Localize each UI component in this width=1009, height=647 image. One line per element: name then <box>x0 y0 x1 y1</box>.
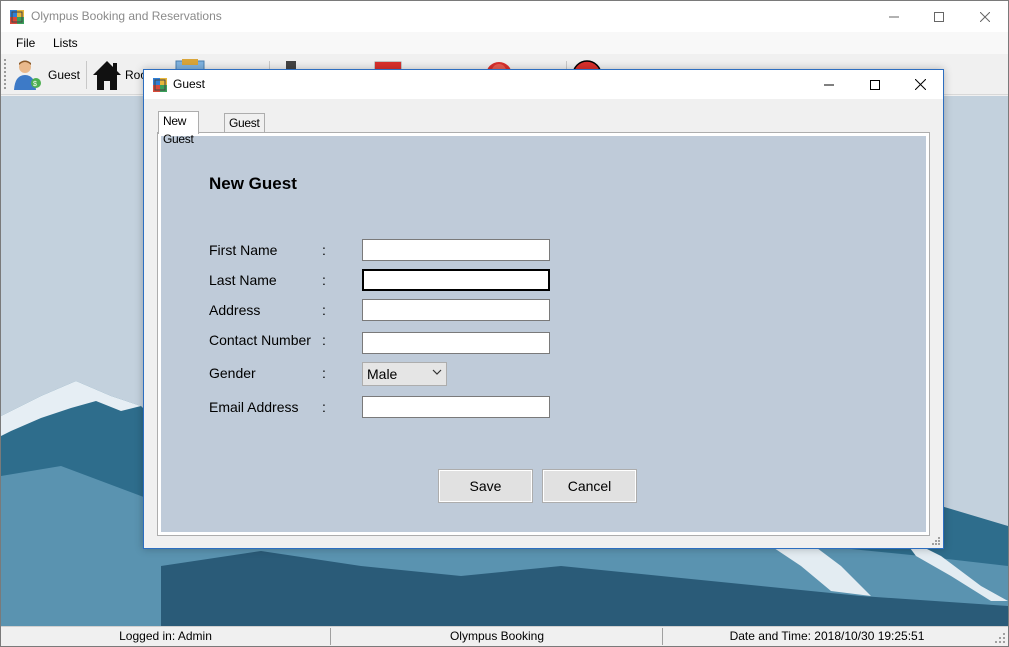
guest-icon: $ <box>14 60 41 90</box>
app-icon <box>153 78 167 92</box>
first-name-input[interactable] <box>362 239 550 261</box>
status-datetime: Date and Time: 2018/10/30 19:25:51 <box>729 629 925 643</box>
first-name-label: First Name <box>209 242 278 258</box>
window-title: Olympus Booking and Reservations <box>31 9 222 23</box>
form-heading: New Guest <box>209 174 297 193</box>
new-guest-form: New Guest First Name : Last Name : Addre… <box>161 136 926 532</box>
main-titlebar[interactable]: Olympus Booking and Reservations <box>1 1 1008 32</box>
toolbar-guest-label: Guest <box>48 68 81 82</box>
toolbar-grip[interactable] <box>4 59 6 89</box>
toolbar-rooms-button[interactable]: Roo <box>91 57 147 93</box>
last-name-input[interactable] <box>362 269 550 291</box>
save-button[interactable]: Save <box>438 469 533 503</box>
tab-panel: New Guest First Name : Last Name : Addre… <box>157 132 930 536</box>
colon-separator: : <box>322 365 326 381</box>
maximize-button[interactable] <box>916 1 962 32</box>
menu-lists[interactable]: Lists <box>53 36 78 50</box>
guest-dialog: Guest New Guest Guest List New Guest Fir… <box>143 69 944 549</box>
status-app-name: Olympus Booking <box>332 628 663 645</box>
last-name-label: Last Name <box>209 272 277 288</box>
gender-selected-value: Male <box>367 366 398 382</box>
guest-dialog-titlebar[interactable]: Guest <box>144 70 943 99</box>
svg-text:$: $ <box>33 81 37 88</box>
address-input[interactable] <box>362 299 550 321</box>
contact-number-label: Contact Number <box>209 332 311 348</box>
close-button[interactable] <box>962 1 1008 32</box>
tab-new-guest[interactable]: New Guest <box>158 111 199 146</box>
dialog-maximize-button[interactable] <box>852 70 898 99</box>
resize-grip-icon[interactable] <box>931 536 941 546</box>
colon-separator: : <box>322 302 326 318</box>
close-icon <box>980 11 990 22</box>
minimize-icon <box>824 84 834 85</box>
menu-file[interactable]: File <box>16 36 35 50</box>
colon-separator: : <box>322 332 326 348</box>
gender-label: Gender <box>209 365 256 381</box>
close-icon <box>914 79 926 90</box>
toolbar-guest-button[interactable]: $ Guest <box>10 57 80 93</box>
menubar: File Lists <box>1 32 1008 54</box>
statusbar: Logged in: Admin Olympus Booking Date an… <box>1 626 1008 646</box>
tab-guest-list[interactable]: Guest List <box>224 113 265 148</box>
guest-dialog-title: Guest <box>173 77 206 91</box>
maximize-icon <box>870 79 880 90</box>
status-logged-in: Logged in: Admin <box>1 628 331 645</box>
contact-number-input[interactable] <box>362 332 550 354</box>
dialog-close-button[interactable] <box>897 70 943 99</box>
minimize-button[interactable] <box>871 1 917 32</box>
resize-grip-icon[interactable] <box>994 632 1006 644</box>
chevron-down-icon <box>432 369 442 375</box>
email-address-input[interactable] <box>362 396 550 418</box>
colon-separator: : <box>322 242 326 258</box>
home-icon <box>93 61 121 90</box>
cancel-button[interactable]: Cancel <box>542 469 637 503</box>
dialog-minimize-button[interactable] <box>806 70 852 99</box>
gender-select[interactable]: Male <box>362 362 447 386</box>
app-icon <box>10 10 24 24</box>
colon-separator: : <box>322 272 326 288</box>
toolbar-separator <box>86 61 87 89</box>
email-address-label: Email Address <box>209 399 299 415</box>
maximize-icon <box>934 11 944 22</box>
minimize-icon <box>889 16 899 17</box>
colon-separator: : <box>322 399 326 415</box>
address-label: Address <box>209 302 261 318</box>
